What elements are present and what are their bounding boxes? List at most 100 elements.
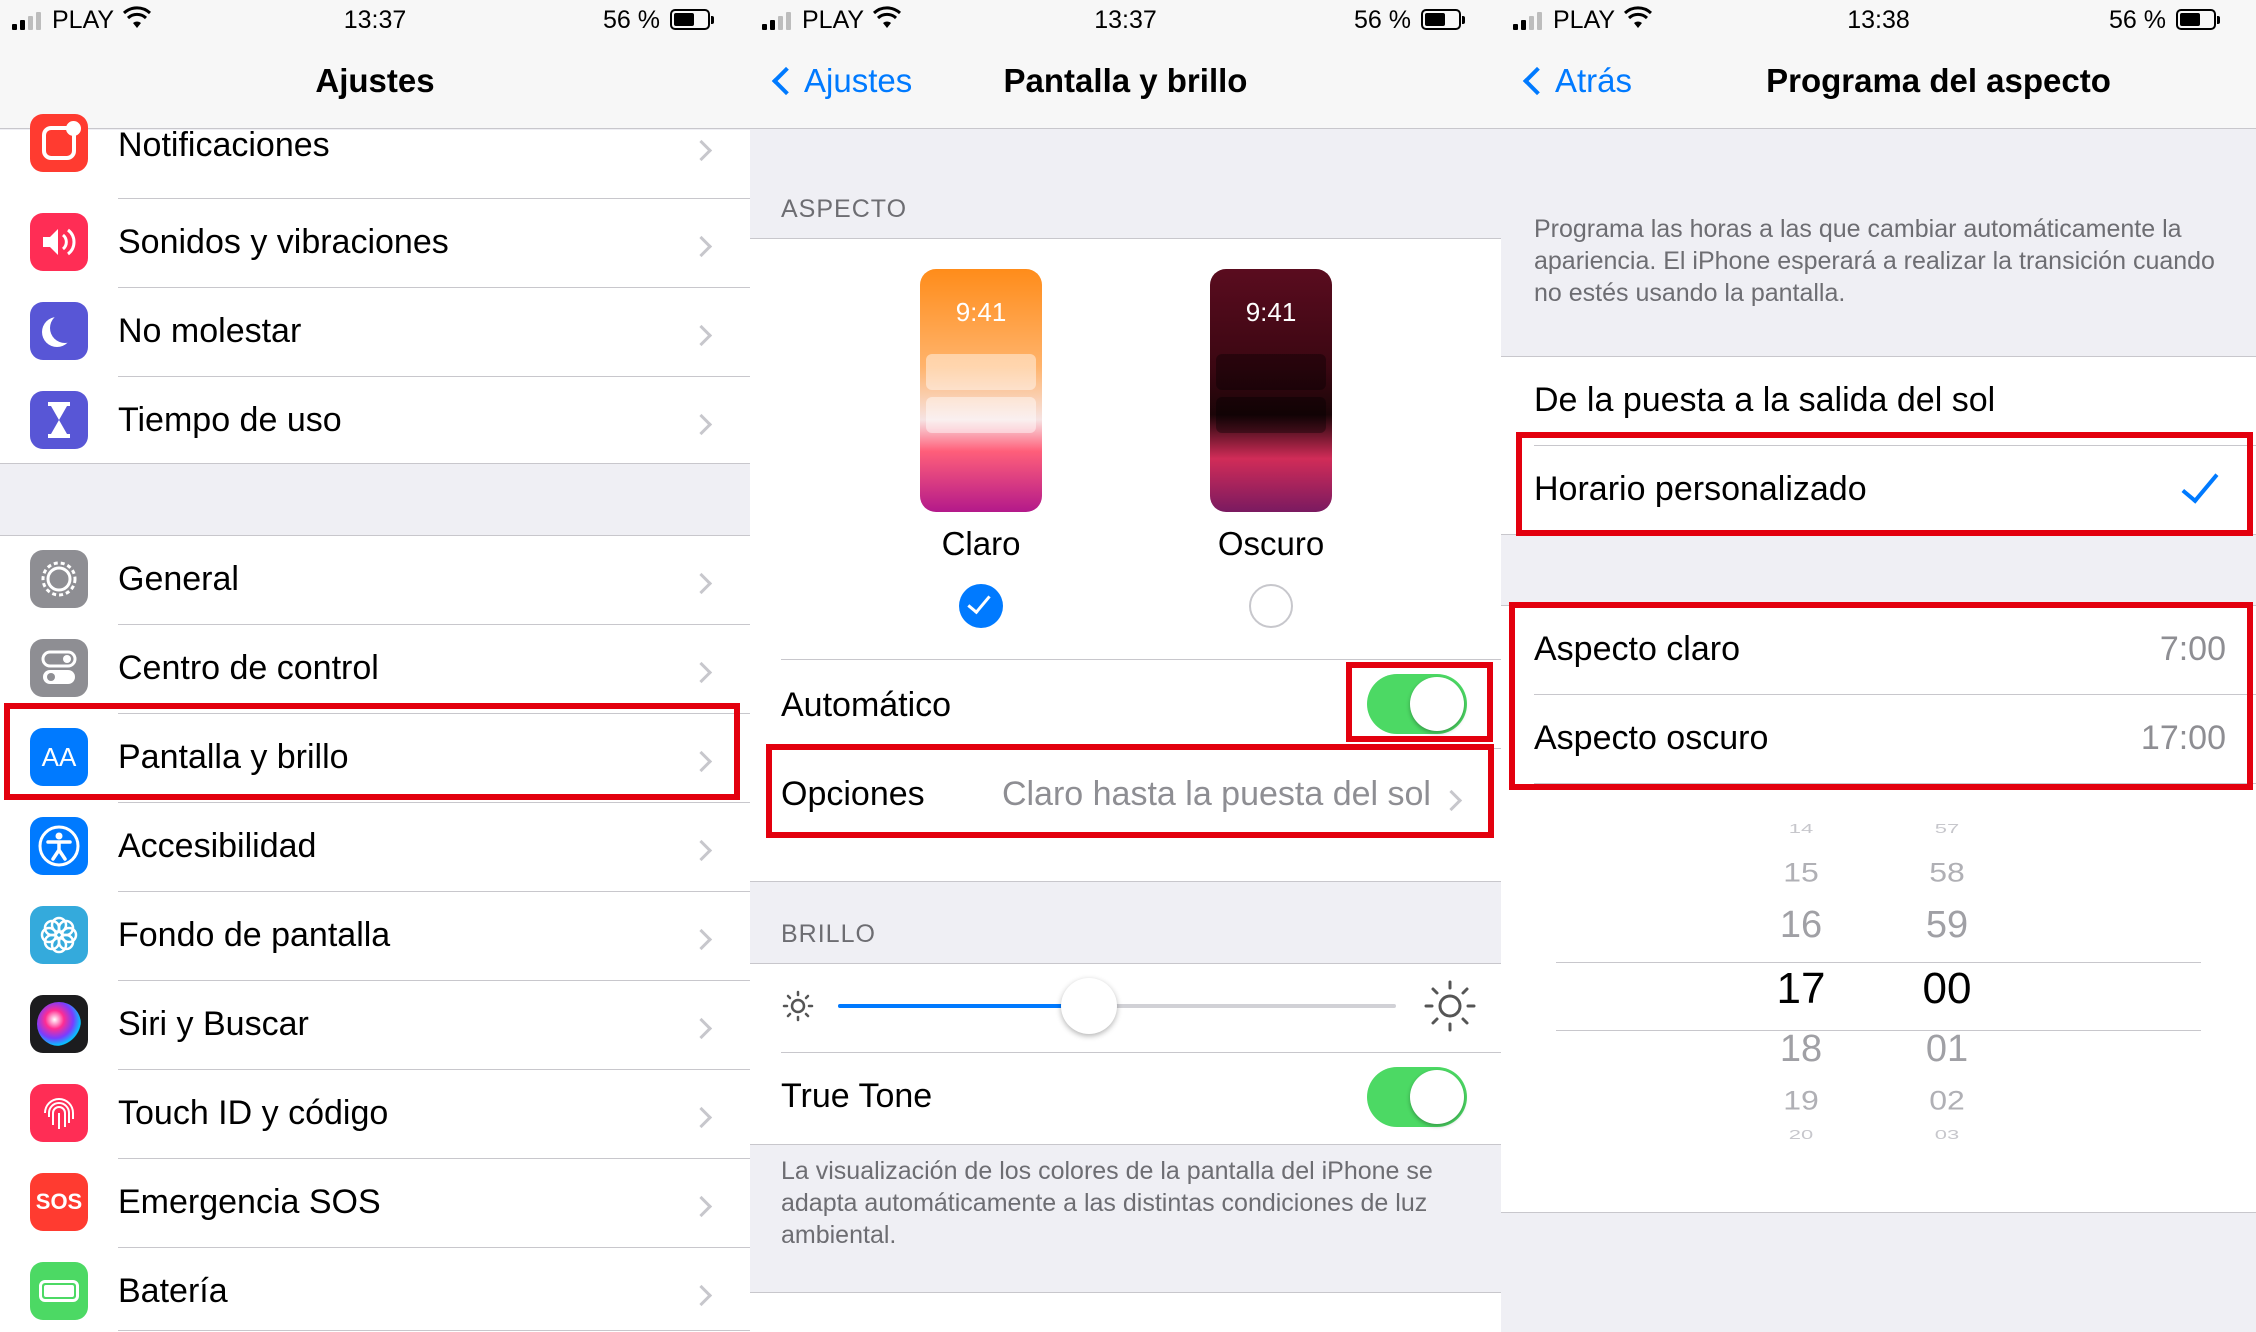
chevron-right-icon: [690, 839, 713, 862]
settings-row-wallpaper[interactable]: Fondo de pantalla: [0, 892, 750, 980]
sos-icon: SOS: [30, 1173, 88, 1231]
chevron-right-icon: [690, 235, 713, 258]
brightness-slider-thumb[interactable]: [1061, 978, 1118, 1034]
sunset-sunrise-label: De la puesta a la salida del sol: [1534, 381, 1996, 419]
speaker-icon: [30, 213, 88, 271]
dark-mode-preview: 9:41: [1210, 269, 1332, 512]
highlight-box: [1509, 602, 2253, 790]
chevron-right-icon: [690, 1017, 713, 1040]
picker-minute-selected: 00: [1922, 964, 1972, 1013]
picker-minute: 58: [1929, 856, 1965, 888]
settings-row-notifications[interactable]: Notificaciones: [0, 114, 750, 200]
display-brightness-panel: PLAY 13:37 56 % Ajustes Pantalla y brill…: [750, 0, 1501, 1332]
chevron-right-icon: [690, 928, 713, 951]
picker-hour: 15: [1783, 856, 1819, 888]
picker-selection-top: [1556, 962, 2201, 963]
truetone-row: True Tone: [750, 1053, 1501, 1144]
light-mode-label: Claro: [941, 525, 1021, 562]
battery-icon: [30, 1262, 88, 1320]
nav-bar: Ajustes Pantalla y brillo: [750, 40, 1501, 129]
settings-row-battery[interactable]: Batería: [0, 1248, 750, 1332]
highlight-box: [1346, 662, 1493, 742]
preview-time: 9:41: [955, 297, 1007, 327]
status-bar: PLAY 13:37 56 %: [0, 0, 750, 40]
settings-group-1: Notificaciones Sonidos y vibraciones No …: [0, 114, 750, 463]
appearance-schedule-panel: PLAY 13:38 56 % Atrás Programa del aspec…: [1501, 0, 2256, 1332]
row-label: Accesibilidad: [118, 827, 317, 865]
preview-time: 9:41: [1245, 297, 1297, 327]
chevron-right-icon: [690, 139, 713, 162]
settings-row-sos[interactable]: SOS Emergencia SOS: [0, 1159, 750, 1247]
brightness-slider-track[interactable]: [838, 978, 1396, 1034]
battery-status-icon: [2176, 9, 2220, 30]
status-bar: PLAY 13:37 56 %: [750, 0, 1501, 40]
settings-group-2: General Centro de control AA Pantalla y …: [0, 536, 750, 1332]
row-label: Emergencia SOS: [118, 1183, 381, 1221]
settings-row-sounds[interactable]: Sonidos y vibraciones: [0, 199, 750, 287]
automatic-label: Automático: [781, 686, 952, 724]
truetone-label: True Tone: [781, 1077, 933, 1115]
dark-mode-radio[interactable]: [1249, 584, 1293, 628]
settings-row-siri[interactable]: Siri y Buscar: [0, 981, 750, 1069]
chevron-right-icon: [690, 324, 713, 347]
picker-minute: 57: [1934, 821, 1960, 837]
back-button[interactable]: Atrás: [1519, 62, 1632, 100]
picker-minute: 59: [1925, 904, 1969, 946]
highlight-box: [1516, 432, 2253, 536]
nav-bar: Ajustes: [0, 40, 750, 129]
settings-row-dnd[interactable]: No molestar: [0, 288, 750, 376]
section-header-aspect: ASPECTO: [781, 195, 908, 223]
chevron-right-icon: [690, 413, 713, 436]
chevron-right-icon: [690, 661, 713, 684]
divider: [1501, 1212, 2256, 1213]
dark-mode-label: Oscuro: [1217, 525, 1325, 562]
row-label: Siri y Buscar: [118, 1005, 309, 1043]
row-label: General: [118, 560, 239, 598]
minute-picker-wheel[interactable]: 57 58 59 00 01 02 03: [1887, 796, 2007, 1186]
settings-panel: PLAY 13:37 56 % Ajustes Notificaciones S…: [0, 0, 750, 1332]
hourglass-icon: [30, 391, 88, 449]
divider: [0, 463, 750, 464]
truetone-toggle[interactable]: [1367, 1067, 1467, 1127]
row-label: Fondo de pantalla: [118, 916, 391, 954]
light-mode-radio[interactable]: [959, 584, 1003, 628]
battery-status-icon: [1421, 9, 1465, 30]
checkmark-icon: [967, 589, 991, 615]
row-label: Tiempo de uso: [118, 401, 342, 439]
row-label: Batería: [118, 1272, 228, 1310]
row-label: Sonidos y vibraciones: [118, 223, 449, 261]
siri-icon: [30, 995, 88, 1053]
brightness-slider-fill: [838, 1004, 1090, 1008]
light-mode-preview: 9:41: [920, 269, 1042, 512]
settings-row-accessibility[interactable]: Accesibilidad: [0, 803, 750, 891]
picker-minute: 02: [1929, 1084, 1965, 1116]
settings-row-control-center[interactable]: Centro de control: [0, 625, 750, 713]
battery-percent: 56 %: [603, 6, 660, 34]
settings-row-general[interactable]: General: [0, 536, 750, 624]
divider: [750, 881, 1501, 882]
sun-small-icon: [782, 990, 814, 1022]
moon-icon: [30, 302, 88, 360]
picker-hour: 20: [1788, 1127, 1814, 1143]
fingerprint-icon: [30, 1084, 88, 1142]
accessibility-icon: [30, 817, 88, 875]
highlight-box: [4, 703, 740, 800]
picker-selection-bottom: [1556, 1030, 2201, 1031]
battery-percent: 56 %: [1354, 6, 1411, 34]
wallpaper-flower-icon: [30, 906, 88, 964]
hour-picker-wheel[interactable]: 14 15 16 17 18 19 20: [1741, 796, 1861, 1186]
settings-row-screen-time[interactable]: Tiempo de uso: [0, 377, 750, 463]
picker-hour: 14: [1788, 821, 1814, 837]
page-title: Pantalla y brillo: [1003, 62, 1248, 99]
chevron-right-icon: [690, 572, 713, 595]
battery-status-icon: [670, 9, 714, 30]
chevron-right-icon: [690, 1195, 713, 1218]
divider: [750, 1144, 1501, 1145]
picker-minute: 03: [1934, 1127, 1960, 1143]
sun-large-icon: [1424, 980, 1476, 1032]
divider: [118, 1330, 750, 1331]
night-shift-row-partial[interactable]: [750, 1293, 1501, 1332]
settings-row-touch-id[interactable]: Touch ID y código: [0, 1070, 750, 1158]
chevron-right-icon: [690, 1106, 713, 1129]
row-label: No molestar: [118, 312, 302, 350]
